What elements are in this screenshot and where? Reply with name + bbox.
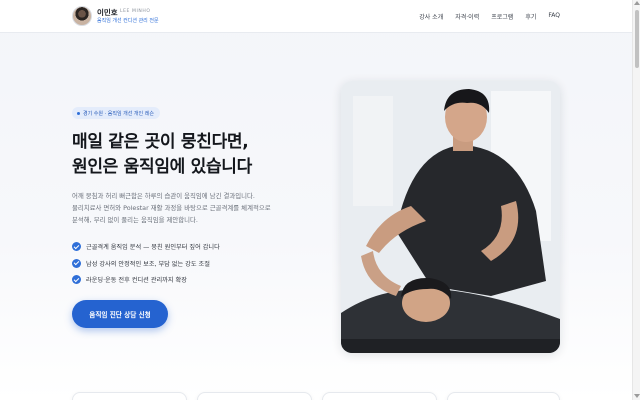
scroll-thumb[interactable] <box>634 10 639 68</box>
badge-label: 경기 수원 · 움직임 개선 개인 레슨 <box>83 110 154 117</box>
description-line: 물리치료사 면허와 Polestar 재활 과정을 바탕으로 근골격계를 체계적… <box>72 204 271 212</box>
feature-text: 남성 강사의 안정적인 보조, 부담 없는 강도 조절 <box>86 260 210 268</box>
cta-label: 움직임 진단 상담 신청 <box>89 311 151 319</box>
hero-photo <box>341 81 560 353</box>
nav-item-faq[interactable]: FAQ <box>548 12 560 21</box>
main-nav: 강사 소개 자격·이력 프로그램 후기 FAQ <box>419 12 560 21</box>
nav-item-about[interactable]: 강사 소개 <box>419 12 443 21</box>
headline-line: 매일 같은 곳이 뭉친다면, <box>72 132 249 152</box>
consultation-cta-button[interactable]: 움직임 진단 상담 신청 <box>72 300 168 328</box>
avatar[interactable] <box>72 6 92 26</box>
nav-item-reviews[interactable]: 후기 <box>525 12 536 21</box>
feature-item: 라운딩·운동 전후 컨디션 관리까지 확장 <box>72 272 220 287</box>
check-circle-icon <box>72 258 81 268</box>
headline-line: 원인은 움직임에 있습니다 <box>72 157 252 177</box>
scroll-down-arrow-icon[interactable] <box>634 394 640 398</box>
info-card <box>447 392 560 400</box>
feature-text: 라운딩·운동 전후 컨디션 관리까지 확장 <box>86 277 187 284</box>
info-card <box>322 392 437 400</box>
dot-icon <box>77 111 80 115</box>
check-circle-icon <box>72 242 81 251</box>
feature-item: 남성 강사의 안정적인 보조, 부담 없는 강도 조절 <box>72 256 220 271</box>
scroll-up-arrow-icon[interactable] <box>634 1 640 5</box>
hero-description: 어깨 뭉침과 허리 뻐근함은 하루의 습관이 움직임에 남긴 결과입니다. 물리… <box>72 190 271 226</box>
check-circle-icon <box>72 275 81 284</box>
brand-name-en: LEE MINHO <box>120 8 151 14</box>
nav-item-credentials[interactable]: 자격·이력 <box>455 12 479 21</box>
description-line: 분석해, 무리 없이 풀리는 움직임을 제안합니다. <box>72 216 198 224</box>
info-card <box>197 392 312 400</box>
info-card <box>72 392 187 400</box>
location-badge: 경기 수원 · 움직임 개선 개인 레슨 <box>72 107 160 119</box>
nav-item-program[interactable]: 프로그램 <box>491 12 513 21</box>
feature-list: 근골격계 움직임 분석 — 뭉친 원인부터 짚어 갑니다 남성 강사의 안정적인… <box>72 239 220 289</box>
feature-text: 근골격계 움직임 분석 — 뭉친 원인부터 짚어 갑니다 <box>86 244 220 251</box>
page-scrollbar[interactable] <box>632 0 640 400</box>
trainer-stretching-client-illustration <box>341 81 560 353</box>
feature-item: 근골격계 움직임 분석 — 뭉친 원인부터 짚어 갑니다 <box>72 239 220 254</box>
site-header: 이민호 LEE MINHO 움직임 개선 컨디션 관리 전문 강사 소개 자격·… <box>0 0 632 33</box>
description-line: 어깨 뭉침과 허리 뻐근함은 하루의 습관이 움직임에 남긴 결과입니다. <box>72 192 255 200</box>
hero-headline: 매일 같은 곳이 뭉친다면, 원인은 움직임에 있습니다 <box>72 130 252 180</box>
brand-subtitle: 움직임 개선 컨디션 관리 전문 <box>97 18 159 24</box>
